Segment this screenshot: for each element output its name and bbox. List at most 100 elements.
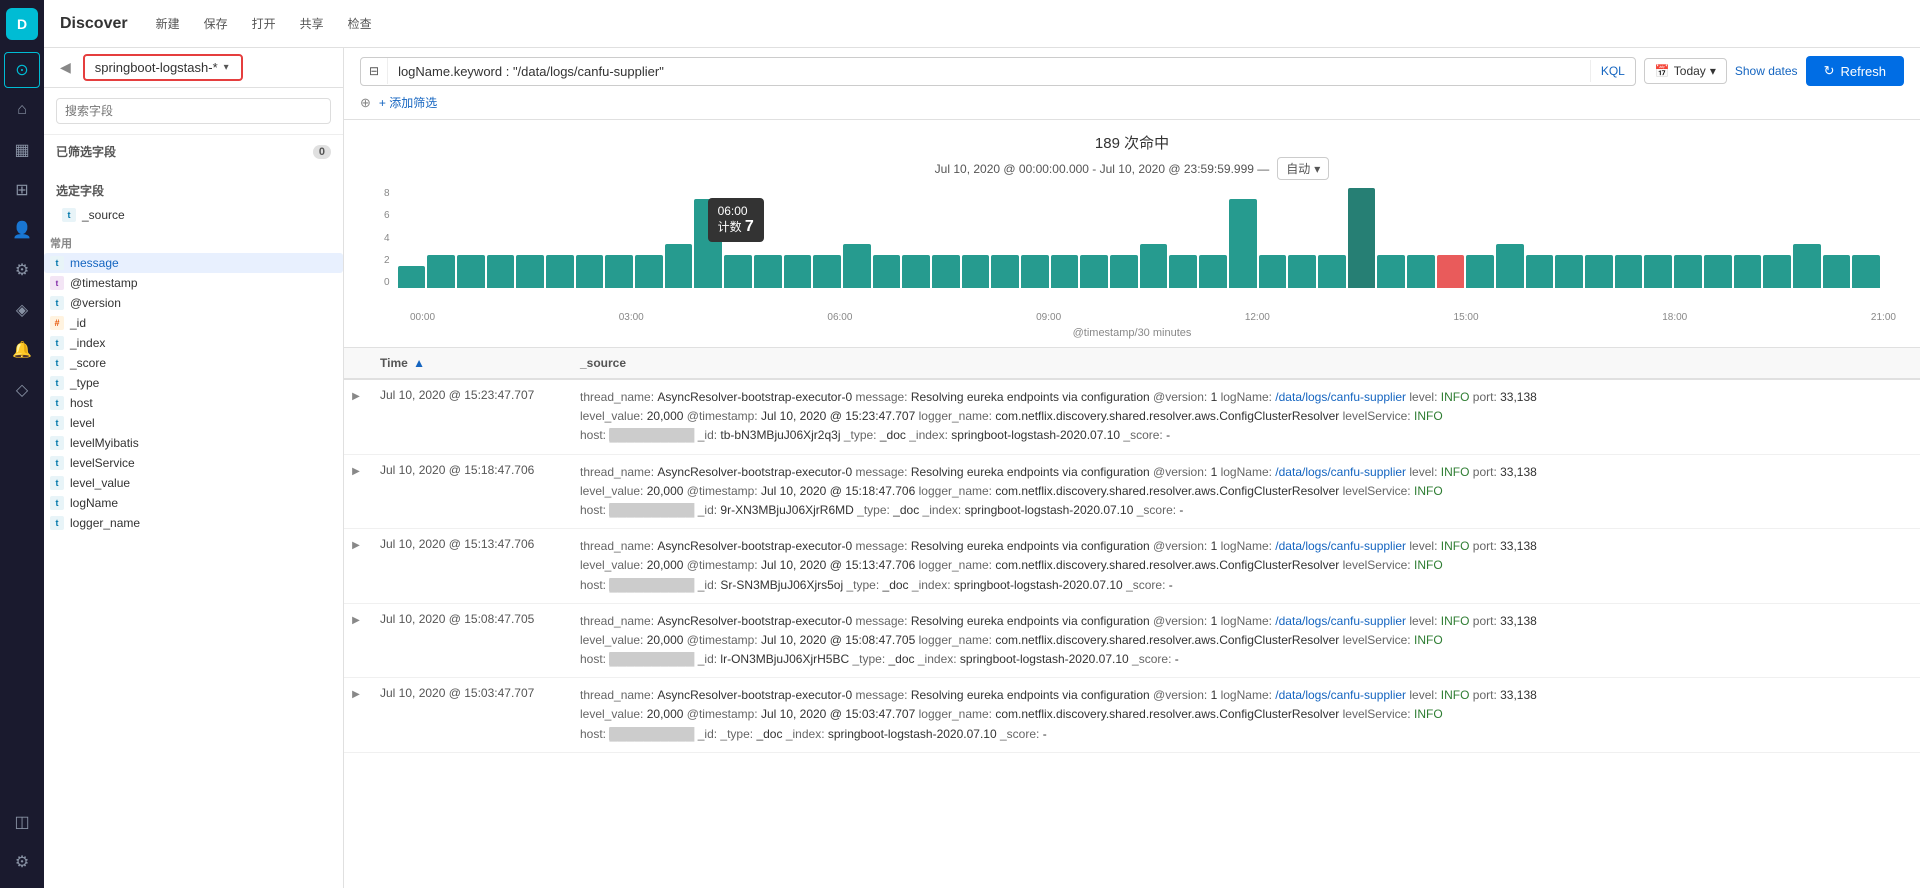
chart-bar[interactable] <box>1318 255 1346 288</box>
nav-icon-home[interactable]: ⌂ <box>4 92 40 128</box>
chart-bar[interactable] <box>873 255 901 288</box>
expand-cell[interactable]: ▶ <box>344 379 368 454</box>
chart-bar[interactable] <box>991 255 1019 288</box>
chart-bar[interactable] <box>1793 244 1821 288</box>
date-picker[interactable]: 📅 Today ▾ <box>1644 58 1727 84</box>
chart-bar[interactable] <box>1199 255 1227 288</box>
chart-bar[interactable] <box>1140 244 1168 288</box>
nav-icon-canvas[interactable]: ◫ <box>4 804 40 840</box>
nav-icon-dashboard[interactable]: ⊞ <box>4 172 40 208</box>
add-filter-button[interactable]: + 添加筛选 <box>379 94 437 111</box>
chart-bar[interactable] <box>1615 255 1643 288</box>
share-button[interactable]: 共享 <box>292 11 332 36</box>
auto-select-dropdown[interactable]: 自动 ▾ <box>1277 157 1329 180</box>
chart-bar[interactable] <box>1229 199 1257 288</box>
expand-icon[interactable]: ▶ <box>352 540 360 551</box>
expand-icon[interactable]: ▶ <box>352 391 360 402</box>
field-item-id[interactable]: # _id <box>44 313 343 333</box>
chart-bar[interactable] <box>487 255 515 288</box>
chart-bar[interactable] <box>1823 255 1851 288</box>
chart-bar[interactable] <box>457 255 485 288</box>
chart-bar[interactable] <box>1051 255 1079 288</box>
expand-cell[interactable]: ▶ <box>344 454 368 529</box>
chart-bar[interactable] <box>635 255 663 288</box>
chart-bar[interactable] <box>1704 255 1732 288</box>
chart-bar[interactable] <box>1169 255 1197 288</box>
search-input[interactable] <box>388 58 1590 85</box>
chart-bar[interactable] <box>1407 255 1435 288</box>
kql-badge[interactable]: KQL <box>1590 60 1635 82</box>
chart-bar[interactable] <box>427 255 455 288</box>
field-item-type[interactable]: t _type <box>44 373 343 393</box>
field-item-version[interactable]: t @version <box>44 293 343 313</box>
nav-icon-tags[interactable]: ◇ <box>4 372 40 408</box>
nav-icon-discover[interactable]: ⊙ <box>4 52 40 88</box>
expand-icon[interactable]: ▶ <box>352 466 360 477</box>
chart-bar[interactable] <box>932 255 960 288</box>
index-pattern-selector[interactable]: springboot-logstash-* ▾ <box>83 54 243 81</box>
nav-icon-alerts[interactable]: 🔔 <box>4 332 40 368</box>
selected-fields-header[interactable]: 已筛选字段 0 <box>56 143 331 160</box>
field-item-level[interactable]: t level <box>44 413 343 433</box>
inspect-button[interactable]: 检查 <box>340 11 380 36</box>
field-item-logname[interactable]: t logName <box>44 493 343 513</box>
chart-bar[interactable] <box>1080 255 1108 288</box>
chart-bar[interactable] <box>1852 255 1880 288</box>
chart-bar[interactable] <box>1110 255 1138 288</box>
field-search-input[interactable] <box>56 98 331 124</box>
field-item-score[interactable]: t _score <box>44 353 343 373</box>
chart-bar[interactable] <box>1526 255 1554 288</box>
chart-bar[interactable] <box>902 255 930 288</box>
app-logo[interactable]: D <box>6 8 38 40</box>
chart-bar[interactable] <box>1555 255 1583 288</box>
chart-bar[interactable] <box>1496 244 1524 288</box>
chart-bar[interactable] <box>1288 255 1316 288</box>
collapse-sidebar-button[interactable]: ◀ <box>60 59 71 76</box>
chart-bar[interactable] <box>962 255 990 288</box>
chart-bar[interactable] <box>1466 255 1494 288</box>
nav-icon-settings[interactable]: ⚙ <box>4 252 40 288</box>
expand-icon[interactable]: ▶ <box>352 615 360 626</box>
nav-icon-users[interactable]: 👤 <box>4 212 40 248</box>
chart-bar[interactable] <box>813 255 841 288</box>
chart-bar[interactable] <box>1021 255 1049 288</box>
expand-cell[interactable]: ▶ <box>344 603 368 678</box>
chart-bar[interactable] <box>605 255 633 288</box>
chart-bar[interactable] <box>1259 255 1287 288</box>
field-item-index[interactable]: t _index <box>44 333 343 353</box>
expand-icon[interactable]: ▶ <box>352 689 360 700</box>
nav-icon-visualize[interactable]: ▦ <box>4 132 40 168</box>
chart-bar[interactable] <box>1734 255 1762 288</box>
field-item-loggername[interactable]: t logger_name <box>44 513 343 533</box>
expand-cell[interactable]: ▶ <box>344 529 368 604</box>
field-item-levelservice[interactable]: t levelService <box>44 453 343 473</box>
field-item-levelvalue[interactable]: t level_value <box>44 473 343 493</box>
show-dates-button[interactable]: Show dates <box>1735 64 1798 78</box>
open-button[interactable]: 打开 <box>244 11 284 36</box>
chart-bar[interactable] <box>724 255 752 288</box>
collapse-query-button[interactable]: ⊟ <box>361 58 388 84</box>
chart-bar[interactable] <box>754 255 782 288</box>
field-item-timestamp[interactable]: t @timestamp <box>44 273 343 293</box>
chart-bar[interactable] <box>1585 255 1613 288</box>
field-item-host[interactable]: t host <box>44 393 343 413</box>
expand-cell[interactable]: ▶ <box>344 678 368 753</box>
chart-bar[interactable] <box>694 199 722 288</box>
available-fields-header[interactable]: 选定字段 <box>56 182 331 199</box>
field-item-levelmyibatis[interactable]: t levelMyibatis <box>44 433 343 453</box>
chart-bar[interactable] <box>516 255 544 288</box>
chart-bar[interactable] <box>1763 255 1791 288</box>
nav-icon-plugins[interactable]: ◈ <box>4 292 40 328</box>
chart-bar[interactable] <box>576 255 604 288</box>
refresh-button[interactable]: ↻ Refresh <box>1806 56 1904 86</box>
chart-bar[interactable] <box>1674 255 1702 288</box>
chart-bar[interactable] <box>1348 188 1376 288</box>
field-item-message[interactable]: t message <box>44 253 343 273</box>
chart-bar[interactable] <box>546 255 574 288</box>
chart-bar[interactable] <box>398 266 426 288</box>
col-time-header[interactable]: Time ▲ <box>368 348 568 379</box>
chart-bar[interactable] <box>1644 255 1672 288</box>
chart-bar[interactable] <box>1377 255 1405 288</box>
chart-bar[interactable] <box>843 244 871 288</box>
chart-bar[interactable] <box>665 244 693 288</box>
